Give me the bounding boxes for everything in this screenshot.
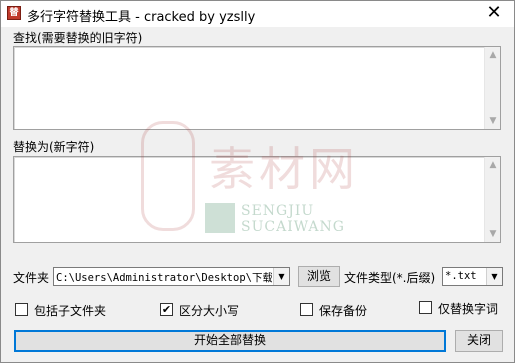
checkbox-box[interactable] xyxy=(15,303,28,316)
checkbox-box[interactable] xyxy=(300,303,313,316)
checkbox-label: 保存备份 xyxy=(319,304,368,318)
folder-combo[interactable]: C:\Users\Administrator\Desktop\下载\ ▼ xyxy=(53,267,290,286)
window-title: 多行字符替换工具 - cracked by yzslly xyxy=(27,10,256,25)
checkbox-label: 仅替换字词 xyxy=(438,302,499,316)
filetype-label: 文件类型(*.后缀) xyxy=(344,271,436,285)
browse-button[interactable]: 浏览 xyxy=(298,266,340,287)
checkbox-box[interactable]: ✔ xyxy=(160,303,173,316)
scroll-down-icon[interactable]: ▼ xyxy=(485,113,501,129)
replace-scrollbar[interactable]: ▲ ▼ xyxy=(484,157,500,242)
close-button[interactable]: 关闭 xyxy=(455,330,503,352)
folder-label: 文件夹 xyxy=(13,271,50,285)
find-scrollbar[interactable]: ▲ ▼ xyxy=(484,47,500,129)
find-label: 查找(需要替换的旧字符) xyxy=(13,31,143,45)
filetype-value: *.txt xyxy=(445,270,477,282)
find-textarea[interactable]: ▲ ▼ xyxy=(13,46,501,130)
replace-label: 替换为(新字符) xyxy=(13,140,95,154)
chevron-down-icon[interactable]: ▼ xyxy=(486,268,502,285)
replace-textarea[interactable]: ▲ ▼ xyxy=(13,156,501,243)
close-icon[interactable]: ✕ xyxy=(480,3,508,25)
checkbox-box[interactable] xyxy=(419,301,432,314)
chevron-down-icon[interactable]: ▼ xyxy=(273,268,289,285)
app-icon: 替 xyxy=(7,6,21,20)
scroll-up-icon[interactable]: ▲ xyxy=(485,47,501,63)
filetype-combo[interactable]: *.txt ▼ xyxy=(442,267,503,286)
app-window: 替 多行字符替换工具 - cracked by yzslly ✕ 查找(需要替换… xyxy=(0,0,515,363)
checkbox-label: 区分大小写 xyxy=(179,304,240,318)
checkbox-label: 包括子文件夹 xyxy=(34,304,107,318)
folder-path: C:\Users\Administrator\Desktop\下载\ xyxy=(56,272,272,284)
start-replace-button[interactable]: 开始全部替换 xyxy=(14,330,446,352)
scroll-up-icon[interactable]: ▲ xyxy=(485,157,501,173)
scroll-down-icon[interactable]: ▼ xyxy=(485,226,501,242)
title-bar[interactable]: 替 多行字符替换工具 - cracked by yzslly ✕ xyxy=(1,1,514,27)
